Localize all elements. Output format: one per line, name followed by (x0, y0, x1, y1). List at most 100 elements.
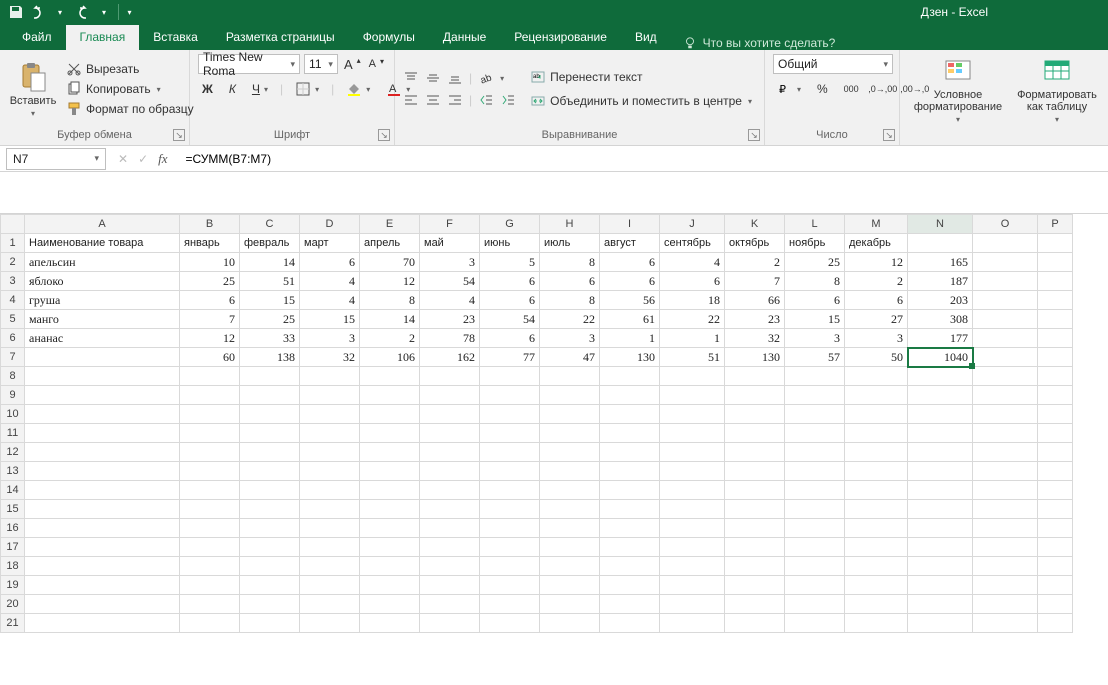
cell-L21[interactable] (785, 614, 845, 633)
cell-E21[interactable] (360, 614, 420, 633)
cell-N8[interactable] (908, 367, 973, 386)
cell-G20[interactable] (480, 595, 540, 614)
cell-N20[interactable] (908, 595, 973, 614)
cell-H12[interactable] (540, 443, 600, 462)
cell-L4[interactable]: 6 (785, 291, 845, 310)
cell-N17[interactable] (908, 538, 973, 557)
align-bottom-icon[interactable] (447, 70, 463, 86)
cell-B6[interactable]: 12 (180, 329, 240, 348)
cell-P9[interactable] (1038, 386, 1073, 405)
dialog-launcher-icon[interactable]: ↘ (378, 129, 390, 141)
dialog-launcher-icon[interactable]: ↘ (748, 129, 760, 141)
row-header-1[interactable]: 1 (1, 234, 25, 253)
cell-B9[interactable] (180, 386, 240, 405)
cell-F2[interactable]: 3 (420, 253, 480, 272)
cell-P16[interactable] (1038, 519, 1073, 538)
cell-N4[interactable]: 203 (908, 291, 973, 310)
row-header-4[interactable]: 4 (1, 291, 25, 310)
cell-G12[interactable] (480, 443, 540, 462)
cell-A12[interactable] (25, 443, 180, 462)
cell-P2[interactable] (1038, 253, 1073, 272)
comma-button[interactable]: 000 (840, 83, 863, 95)
cell-D12[interactable] (300, 443, 360, 462)
cell-K3[interactable]: 7 (725, 272, 785, 291)
cell-E4[interactable]: 8 (360, 291, 420, 310)
cell-B4[interactable]: 6 (180, 291, 240, 310)
italic-button[interactable]: К (225, 81, 240, 97)
cell-J9[interactable] (660, 386, 725, 405)
cell-A9[interactable] (25, 386, 180, 405)
cell-E18[interactable] (360, 557, 420, 576)
cell-G2[interactable]: 5 (480, 253, 540, 272)
cell-J16[interactable] (660, 519, 725, 538)
cell-O11[interactable] (973, 424, 1038, 443)
cell-M14[interactable] (845, 481, 908, 500)
cell-N16[interactable] (908, 519, 973, 538)
cell-A18[interactable] (25, 557, 180, 576)
cell-E7[interactable]: 106 (360, 348, 420, 367)
cell-N7[interactable]: 1040 (908, 348, 973, 367)
cell-G1[interactable]: июнь (480, 234, 540, 253)
align-top-icon[interactable] (403, 70, 419, 86)
caret-down-icon[interactable]: ▾ (96, 4, 112, 20)
cell-K8[interactable] (725, 367, 785, 386)
cell-O5[interactable] (973, 310, 1038, 329)
cell-D19[interactable] (300, 576, 360, 595)
cell-H1[interactable]: июль (540, 234, 600, 253)
col-header-P[interactable]: P (1038, 215, 1073, 234)
cell-E19[interactable] (360, 576, 420, 595)
cell-M12[interactable] (845, 443, 908, 462)
cell-B5[interactable]: 7 (180, 310, 240, 329)
cell-L5[interactable]: 15 (785, 310, 845, 329)
cut-button[interactable]: Вырезать (62, 60, 198, 78)
cell-F20[interactable] (420, 595, 480, 614)
cell-B18[interactable] (180, 557, 240, 576)
cell-O13[interactable] (973, 462, 1038, 481)
cell-E13[interactable] (360, 462, 420, 481)
cell-H17[interactable] (540, 538, 600, 557)
cell-M4[interactable]: 6 (845, 291, 908, 310)
cell-D15[interactable] (300, 500, 360, 519)
grow-font-button[interactable]: A▴ (342, 57, 363, 72)
cell-I5[interactable]: 61 (600, 310, 660, 329)
col-header-N[interactable]: N (908, 215, 973, 234)
cell-G18[interactable] (480, 557, 540, 576)
cell-P13[interactable] (1038, 462, 1073, 481)
cell-C3[interactable]: 51 (240, 272, 300, 291)
cell-H19[interactable] (540, 576, 600, 595)
select-all-corner[interactable] (1, 215, 25, 234)
row-header-11[interactable]: 11 (1, 424, 25, 443)
cell-C12[interactable] (240, 443, 300, 462)
cell-P5[interactable] (1038, 310, 1073, 329)
cell-H21[interactable] (540, 614, 600, 633)
row-header-19[interactable]: 19 (1, 576, 25, 595)
cell-E8[interactable] (360, 367, 420, 386)
cell-C7[interactable]: 138 (240, 348, 300, 367)
cell-H16[interactable] (540, 519, 600, 538)
cell-L3[interactable]: 8 (785, 272, 845, 291)
worksheet-grid[interactable]: ABCDEFGHIJKLMNOP1Наименование товараянва… (0, 214, 1108, 633)
row-header-3[interactable]: 3 (1, 272, 25, 291)
cell-M20[interactable] (845, 595, 908, 614)
cell-F13[interactable] (420, 462, 480, 481)
col-header-F[interactable]: F (420, 215, 480, 234)
orientation-icon[interactable]: ab (478, 70, 494, 86)
wrap-text-button[interactable]: abПеренести текст (526, 68, 756, 86)
cell-F16[interactable] (420, 519, 480, 538)
align-left-icon[interactable] (403, 92, 419, 108)
col-header-K[interactable]: K (725, 215, 785, 234)
cell-I15[interactable] (600, 500, 660, 519)
cell-L1[interactable]: ноябрь (785, 234, 845, 253)
cell-D11[interactable] (300, 424, 360, 443)
cell-F1[interactable]: май (420, 234, 480, 253)
tab-review[interactable]: Рецензирование (500, 25, 621, 50)
cell-O19[interactable] (973, 576, 1038, 595)
formula-input[interactable] (178, 148, 1108, 170)
cell-F18[interactable] (420, 557, 480, 576)
col-header-J[interactable]: J (660, 215, 725, 234)
cell-O15[interactable] (973, 500, 1038, 519)
cell-J4[interactable]: 18 (660, 291, 725, 310)
cell-P11[interactable] (1038, 424, 1073, 443)
cell-J21[interactable] (660, 614, 725, 633)
cell-E15[interactable] (360, 500, 420, 519)
